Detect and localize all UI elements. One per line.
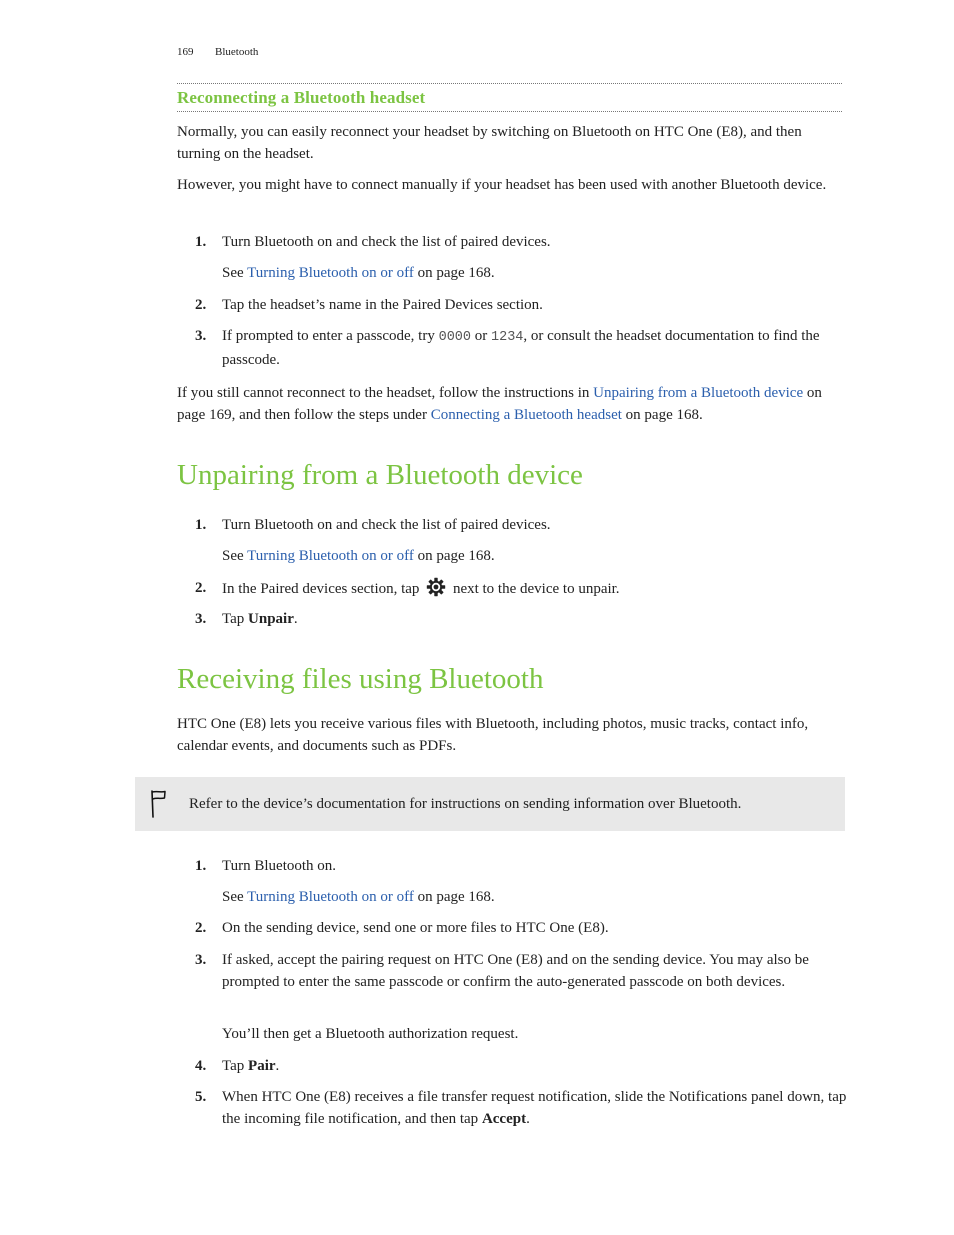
step-number: 3. (195, 611, 207, 627)
ui-term: Accept (481, 1111, 527, 1127)
step-text: If prompted to enter a passcode, try 000… (222, 325, 847, 371)
subheading-box: Reconnecting a Bluetooth headset (177, 83, 842, 112)
settings-gear-icon (426, 577, 446, 597)
step-text: On the sending device, send one or more … (222, 920, 609, 936)
text: Tap (222, 611, 249, 627)
passcode-code: 1234 (491, 330, 524, 345)
text: or (471, 328, 491, 344)
step-number: 4. (195, 1058, 207, 1074)
see-suffix: on page 168. (413, 265, 495, 281)
see-suffix: on page 168. (413, 548, 495, 564)
passcode-code: 0000 (438, 330, 471, 345)
step-number: 3. (195, 952, 207, 968)
paragraph: HTC One (E8) lets you receive various fi… (177, 716, 809, 754)
paragraph-outro: If you still cannot reconnect to the hea… (177, 382, 847, 426)
note-text: Refer to the device’s documentation for … (189, 796, 742, 812)
step-number: 3. (195, 328, 207, 344)
step-text: Turn Bluetooth on. (222, 858, 337, 874)
see-prefix: See (222, 548, 248, 564)
see-prefix: See (222, 265, 248, 281)
step-text: When HTC One (E8) receives a file transf… (222, 1086, 847, 1130)
ui-term: Unpair (248, 611, 294, 627)
text: In the Paired devices section, tap (222, 581, 424, 597)
see-reference: See Turning Bluetooth on or off on page … (222, 262, 842, 284)
step-text: If asked, accept the pairing request on … (222, 952, 809, 990)
step-followup: You’ll then get a Bluetooth authorizatio… (222, 1026, 519, 1042)
step-number: 1. (195, 517, 207, 533)
step-number: 1. (195, 858, 207, 874)
text: Tap (222, 1058, 249, 1074)
see-reference: See Turning Bluetooth on or off on page … (222, 886, 842, 908)
step-number: 5. (195, 1089, 207, 1105)
step-text: Tap Pair. (222, 1055, 847, 1077)
heading-unpairing: Unpairing from a Bluetooth device (177, 459, 583, 491)
link-turning-bluetooth-on-off[interactable]: Turning Bluetooth on or off (247, 548, 414, 564)
ui-term: Pair (248, 1058, 276, 1074)
see-reference: See Turning Bluetooth on or off on page … (222, 545, 842, 567)
see-prefix: See (222, 889, 248, 905)
link-turning-bluetooth-on-off[interactable]: Turning Bluetooth on or off (247, 265, 414, 281)
text: . (526, 1111, 530, 1127)
text: When HTC One (E8) receives a file transf… (222, 1089, 847, 1127)
running-header: 169 Bluetooth (177, 46, 258, 58)
flag-icon (149, 789, 169, 819)
step-number: 2. (195, 580, 207, 596)
step-text: Turn Bluetooth on and check the list of … (222, 517, 551, 533)
link-turning-bluetooth-on-off[interactable]: Turning Bluetooth on or off (247, 889, 414, 905)
step-number: 2. (195, 920, 207, 936)
step-text: Tap the headset’s name in the Paired Dev… (222, 297, 543, 313)
paragraph: Normally, you can easily reconnect your … (177, 124, 802, 162)
paragraph: However, you might have to connect manua… (177, 177, 827, 193)
step-text: Tap Unpair. (222, 608, 847, 630)
subheading-reconnecting: Reconnecting a Bluetooth headset (177, 88, 426, 107)
page-number: 169 (177, 46, 194, 58)
note-box: Refer to the device’s documentation for … (135, 777, 845, 831)
text: next to the device to unpair. (449, 581, 620, 597)
see-suffix: on page 168. (413, 889, 495, 905)
step-text: Turn Bluetooth on and check the list of … (222, 234, 551, 250)
text: If you still cannot reconnect to the hea… (177, 385, 594, 401)
text: on page 168. (621, 407, 703, 423)
link-connecting-headset[interactable]: Connecting a Bluetooth headset (431, 407, 622, 423)
step-text: In the Paired devices section, tap next … (222, 577, 847, 600)
link-unpairing[interactable]: Unpairing from a Bluetooth device (593, 385, 803, 401)
section-name: Bluetooth (215, 46, 259, 58)
text: . (293, 611, 298, 627)
step-number: 1. (195, 234, 207, 250)
heading-receiving: Receiving files using Bluetooth (177, 663, 544, 695)
text: If prompted to enter a passcode, try (222, 328, 439, 344)
text: . (275, 1058, 280, 1074)
step-number: 2. (195, 297, 207, 313)
